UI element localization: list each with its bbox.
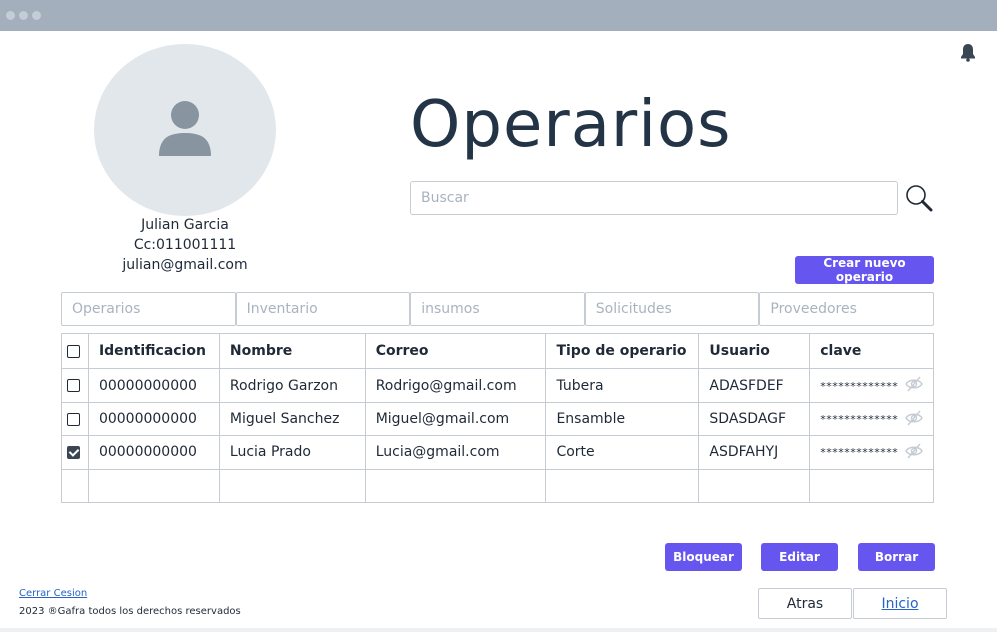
tab-bar: Operarios Inventario insumos Solicitudes… xyxy=(61,292,934,326)
table-row-empty xyxy=(61,468,934,504)
cell-password: ************* xyxy=(820,379,899,393)
cell-user: ASDFAHYJ xyxy=(698,435,811,470)
avatar xyxy=(94,44,276,216)
row-checkbox[interactable] xyxy=(67,445,80,459)
eye-slash-icon[interactable] xyxy=(905,443,923,459)
window-dot[interactable] xyxy=(19,11,28,20)
column-header[interactable]: Correo xyxy=(364,332,547,370)
user-icon xyxy=(159,101,211,156)
cell-user: SDASDAGF xyxy=(698,401,811,437)
tab-insumos[interactable]: insumos xyxy=(410,292,585,326)
delete-button[interactable]: Borrar xyxy=(858,543,935,571)
profile-name: Julian Garcia xyxy=(141,217,229,233)
window-titlebar xyxy=(0,0,997,31)
cell-id: 00000000000 xyxy=(87,401,220,437)
column-header[interactable]: clave xyxy=(809,332,934,370)
row-checkbox[interactable] xyxy=(67,412,80,426)
cell-type: Tubera xyxy=(545,368,700,403)
eye-slash-icon[interactable] xyxy=(905,410,923,426)
profile-email: julian@gmail.com xyxy=(122,257,248,273)
create-operator-button[interactable]: Crear nuevo operario xyxy=(795,256,934,284)
window-dot[interactable] xyxy=(32,11,41,20)
tab-inventario[interactable]: Inventario xyxy=(235,292,411,326)
cell-type: Corte xyxy=(545,435,700,470)
cell-user: ADASFDEF xyxy=(698,368,811,403)
profile-id: Cc:011001111 xyxy=(133,237,237,253)
logout-link[interactable]: Cerrar Cesion xyxy=(19,588,87,599)
cell-name: Rodrigo Garzon xyxy=(218,368,366,403)
search-icon[interactable] xyxy=(905,184,933,212)
column-header[interactable]: Tipo de operario xyxy=(545,332,700,370)
cell-name: Lucia Prado xyxy=(218,435,366,470)
cell-email: Rodrigo@gmail.com xyxy=(364,368,547,403)
eye-slash-icon[interactable] xyxy=(905,376,923,392)
select-all-checkbox[interactable] xyxy=(67,344,80,358)
window-dot[interactable] xyxy=(6,11,15,20)
cell-id: 00000000000 xyxy=(87,368,220,403)
cell-name: Miguel Sanchez xyxy=(218,401,366,437)
table-row[interactable]: 00000000000 Rodrigo Garzon Rodrigo@gmail… xyxy=(61,368,934,403)
cell-id: 00000000000 xyxy=(87,435,220,470)
block-button[interactable]: Bloquear xyxy=(665,543,742,571)
page-title: Operarios xyxy=(410,88,732,162)
copyright-text: 2023 ®Gafra todos los derechos reservado… xyxy=(19,606,241,617)
operators-table: Identificacion Nombre Correo Tipo de ope… xyxy=(61,332,934,504)
home-button[interactable]: Inicio xyxy=(853,588,947,619)
cell-type: Ensamble xyxy=(545,401,700,437)
column-header[interactable]: Nombre xyxy=(218,332,366,370)
tab-operarios[interactable]: Operarios xyxy=(61,292,236,326)
cell-password: ************* xyxy=(820,446,899,460)
edit-button[interactable]: Editar xyxy=(761,543,838,571)
tab-proveedores[interactable]: Proveedores xyxy=(759,292,934,326)
cell-email: Lucia@gmail.com xyxy=(364,435,547,470)
column-header[interactable]: Usuario xyxy=(698,332,811,370)
table-row[interactable]: 00000000000 Lucia Prado Lucia@gmail.com … xyxy=(61,435,934,470)
bottom-divider xyxy=(0,628,997,632)
back-button[interactable]: Atras xyxy=(758,588,852,619)
bell-icon[interactable] xyxy=(958,42,978,62)
cell-email: Miguel@gmail.com xyxy=(364,401,547,437)
column-header[interactable]: Identificacion xyxy=(87,332,220,370)
row-checkbox[interactable] xyxy=(67,379,80,393)
table-header-row: Identificacion Nombre Correo Tipo de ope… xyxy=(61,332,934,370)
search-input[interactable] xyxy=(410,181,898,215)
table-row[interactable]: 00000000000 Miguel Sanchez Miguel@gmail.… xyxy=(61,401,934,437)
cell-password: ************* xyxy=(820,413,899,427)
tab-solicitudes[interactable]: Solicitudes xyxy=(584,292,760,326)
